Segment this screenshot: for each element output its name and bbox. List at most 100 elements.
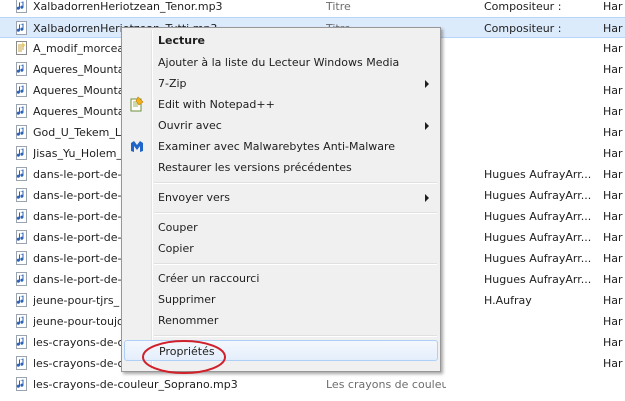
menu-item-couper[interactable]: Couper (124, 217, 438, 238)
audio-file-icon (16, 167, 27, 181)
audio-file-icon (16, 188, 27, 202)
file-artist: Hugues AufrayArr... (484, 252, 592, 265)
menu-item-label: Couper (158, 221, 198, 234)
menu-item-label: Copier (158, 242, 194, 255)
audio-file-icon (16, 230, 27, 244)
document-file-icon (16, 41, 27, 55)
file-extra-column: Har (603, 63, 623, 76)
file-artist (484, 38, 599, 59)
file-row[interactable]: XalbadorrenHeriotzean_Tenor.mp3 Titre Comp… (0, 0, 625, 17)
menu-item-label: Lecture (158, 34, 205, 47)
context-menu: Lecture Ajouter à la liste du Lecteur Win… (121, 27, 441, 372)
menu-item-ouvrir-avec[interactable]: Ouvrir avec (124, 115, 438, 136)
file-extra-column: Har (603, 357, 623, 370)
file-artist: Hugues AufrayArr... (484, 231, 592, 244)
menu-separator (154, 212, 437, 214)
file-extra-column: Har (603, 147, 623, 160)
submenu-arrow-icon (425, 80, 429, 88)
file-extra-column: Har (603, 210, 623, 223)
menu-separator (154, 335, 437, 337)
menu-item-edit-with-notepad[interactable]: Edit with Notepad++ (124, 94, 438, 115)
menu-item-label: Supprimer (158, 293, 216, 306)
submenu-arrow-icon (425, 122, 429, 130)
menu-item-7-zip[interactable]: 7-Zip (124, 73, 438, 94)
audio-file-icon (16, 83, 27, 97)
menu-item-label: 7-Zip (158, 77, 187, 90)
file-artist (484, 143, 599, 164)
file-artist: Compositeur : (484, 0, 562, 13)
file-extra-column: Har (603, 168, 623, 181)
menu-item-label: Examiner avec Malwarebytes Anti-Malware (158, 140, 396, 153)
audio-file-icon (16, 125, 27, 139)
file-artist (484, 80, 599, 101)
file-artist: Hugues AufrayArr... (484, 189, 592, 202)
audio-file-icon (16, 251, 27, 265)
menu-item-lecture[interactable]: Lecture (124, 30, 438, 51)
audio-file-icon (16, 377, 27, 391)
file-extra-column: Har (603, 126, 623, 139)
file-artist: Hugues AufrayArr... (484, 168, 592, 181)
file-extra-column: Har (603, 105, 623, 118)
file-artist (484, 374, 599, 395)
file-artist (484, 311, 599, 332)
file-extra-column: Har (603, 294, 623, 307)
file-artist (484, 353, 599, 374)
menu-item-ajouter-a-la-liste-du-lecteur-windows-media[interactable]: Ajouter à la liste du Lecteur Windows Me… (124, 52, 438, 73)
file-artist: Hugues AufrayArr... (484, 273, 592, 286)
file-extra-column: Har (603, 231, 623, 244)
file-extra-column: Har (603, 189, 623, 202)
menu-separator (154, 182, 437, 184)
file-extra-column: Har (603, 42, 623, 55)
file-title: Titre (326, 0, 351, 13)
audio-file-icon (16, 146, 27, 160)
menu-item-envoyer-vers[interactable]: Envoyer vers (124, 187, 438, 208)
audio-file-icon (16, 0, 27, 13)
menu-item-label: Ouvrir avec (158, 119, 222, 132)
audio-file-icon (16, 62, 27, 76)
audio-file-icon (16, 335, 27, 349)
file-extra-column: Har (603, 252, 623, 265)
file-name: XalbadorrenHeriotzean_Tenor.mp3 (33, 0, 223, 13)
file-extra-column (603, 374, 625, 395)
file-artist (484, 122, 599, 143)
file-extra-column: Har (603, 315, 623, 328)
file-artist (484, 59, 599, 80)
menu-item-examiner-avec-malwarebytes-anti-malware[interactable]: Examiner avec Malwarebytes Anti-Malware (124, 136, 438, 157)
menu-item-supprimer[interactable]: Supprimer (124, 289, 438, 310)
file-artist: Compositeur : (484, 22, 562, 35)
file-extra-column: Har (603, 22, 623, 35)
file-extra-column: Har (603, 0, 623, 13)
audio-file-icon (16, 21, 27, 35)
file-extra-column: Har (603, 336, 623, 349)
file-extra-column: Har (603, 84, 623, 97)
audio-file-icon (16, 356, 27, 370)
file-name: les-crayons-de-couleur_Soprano.mp3 (33, 378, 238, 391)
audio-file-icon (16, 314, 27, 328)
malwarebytes-icon (129, 138, 145, 154)
menu-item-label: Renommer (158, 314, 219, 327)
file-artist: H.Aufray (484, 294, 532, 307)
audio-file-icon (16, 293, 27, 307)
menu-item-label: Edit with Notepad++ (158, 98, 275, 111)
file-extra-column: Har (603, 273, 623, 286)
file-artist (484, 332, 599, 353)
file-artist: Hugues AufrayArr... (484, 210, 592, 223)
file-row[interactable]: les-crayons-de-couleur_Soprano.mp3 Les cr… (0, 374, 625, 395)
notepad-plus-plus-icon (129, 96, 145, 112)
menu-item-creer-un-raccourci[interactable]: Créer un raccourci (124, 268, 438, 289)
audio-file-icon (16, 272, 27, 286)
menu-item-label: Envoyer vers (158, 191, 230, 204)
submenu-arrow-icon (425, 194, 429, 202)
menu-item-renommer[interactable]: Renommer (124, 310, 438, 331)
file-artist (484, 101, 599, 122)
audio-file-icon (16, 104, 27, 118)
audio-file-icon (16, 209, 27, 223)
file-title: Les crayons de couleur (326, 378, 446, 391)
menu-item-copier[interactable]: Copier (124, 238, 438, 259)
menu-separator (154, 263, 437, 265)
highlight-ellipse-annotation (142, 340, 226, 374)
menu-item-restaurer-les-versions-precedentes[interactable]: Restaurer les versions précédentes (124, 157, 438, 178)
menu-item-label: Créer un raccourci (158, 272, 260, 285)
menu-item-label: Restaurer les versions précédentes (158, 161, 352, 174)
menu-item-label: Ajouter à la liste du Lecteur Windows Me… (158, 56, 400, 69)
